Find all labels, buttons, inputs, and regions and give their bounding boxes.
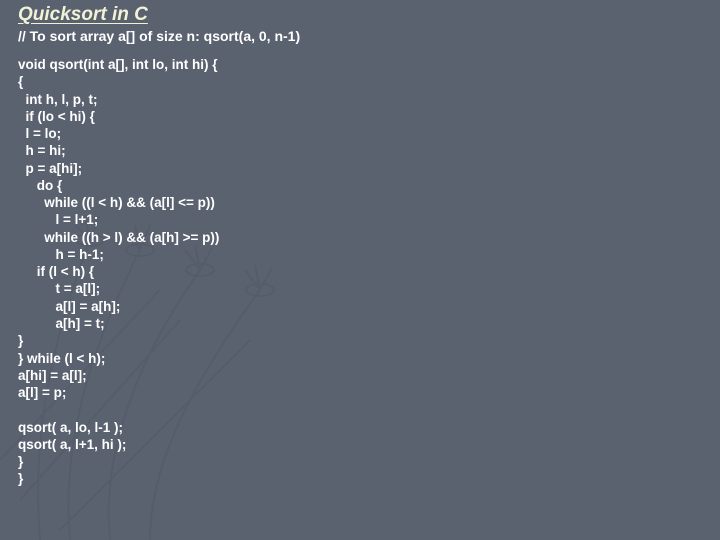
code-block: void qsort(int a[], int lo, int hi) { { … (18, 56, 702, 488)
slide-title: Quicksort in C (18, 4, 702, 26)
slide-comment: // To sort array a[] of size n: qsort(a,… (18, 28, 702, 44)
slide-content: Quicksort in C // To sort array a[] of s… (0, 0, 720, 498)
